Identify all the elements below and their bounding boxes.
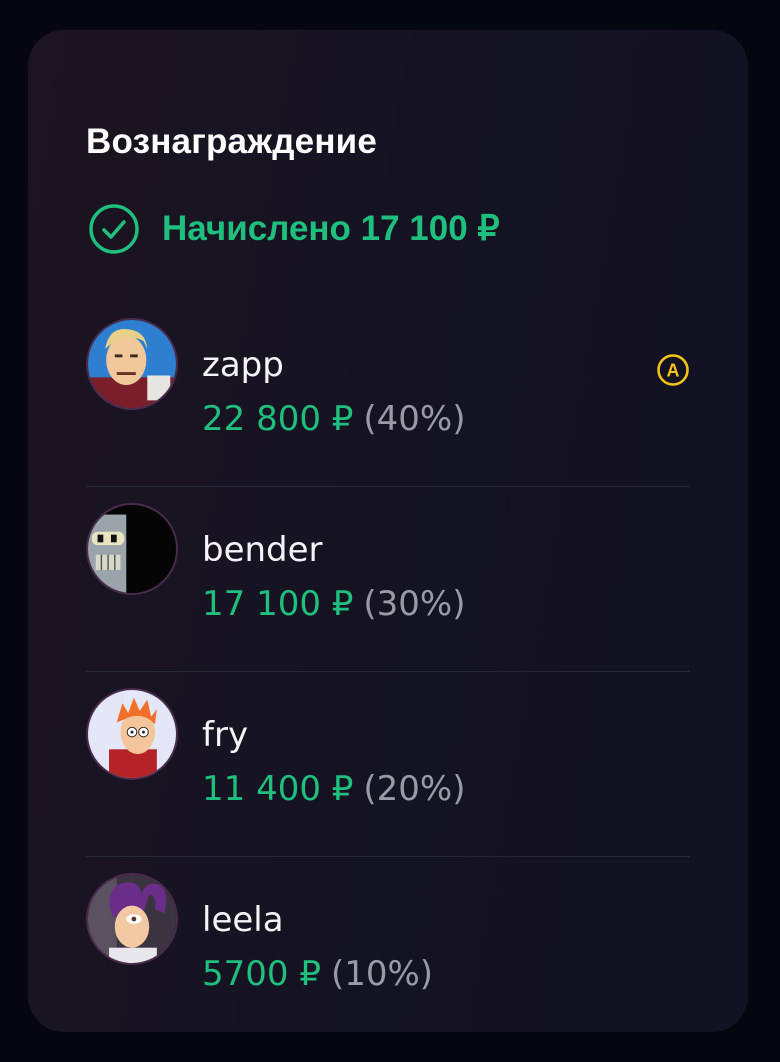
reward-amount: 22 800 ₽ [202, 399, 354, 439]
reward-card: Вознаграждение Начислено 17 100 ₽ zapp 2… [28, 30, 748, 1032]
member-reward: 5700 ₽ (10%) [202, 957, 433, 991]
member-row[interactable]: bender 17 100 ₽ (30%) [86, 487, 690, 672]
member-row[interactable]: leela 5700 ₽ (10%) [86, 857, 690, 1042]
reward-amount: 5700 ₽ [202, 954, 321, 994]
member-name: fry [202, 715, 249, 755]
member-reward: 17 100 ₽ (30%) [202, 587, 466, 621]
member-list: zapp 22 800 ₽ (40%) A bender 17 100 ₽ (3… [86, 302, 690, 1042]
check-circle-icon [89, 204, 139, 254]
member-reward: 22 800 ₽ (40%) [202, 402, 466, 436]
reward-percent: (40%) [363, 399, 466, 439]
bender-avatar-image [88, 505, 176, 593]
avatar [86, 503, 178, 595]
member-name: zapp [202, 345, 284, 385]
avatar [86, 688, 178, 780]
avatar [86, 873, 178, 965]
member-row[interactable]: fry 11 400 ₽ (20%) [86, 672, 690, 857]
author-badge-letter: A [667, 361, 680, 381]
author-badge-icon: A [656, 353, 690, 387]
member-reward: 11 400 ₽ (20%) [202, 772, 466, 806]
reward-amount: 17 100 ₽ [202, 584, 354, 624]
member-row[interactable]: zapp 22 800 ₽ (40%) A [86, 302, 690, 487]
fry-avatar-image [88, 690, 176, 778]
member-name: leela [202, 900, 284, 940]
reward-percent: (20%) [363, 769, 466, 809]
reward-percent: (10%) [330, 954, 434, 994]
reward-amount: 11 400 ₽ [202, 769, 354, 809]
reward-percent: (30%) [363, 584, 466, 624]
status-text: Начислено 17 100 ₽ [162, 209, 500, 248]
reward-status: Начислено 17 100 ₽ [88, 203, 500, 255]
leela-avatar-image [88, 875, 176, 963]
card-title: Вознаграждение [86, 122, 378, 161]
member-name: bender [202, 530, 323, 570]
zapp-avatar-image [88, 320, 176, 408]
avatar [86, 318, 178, 410]
